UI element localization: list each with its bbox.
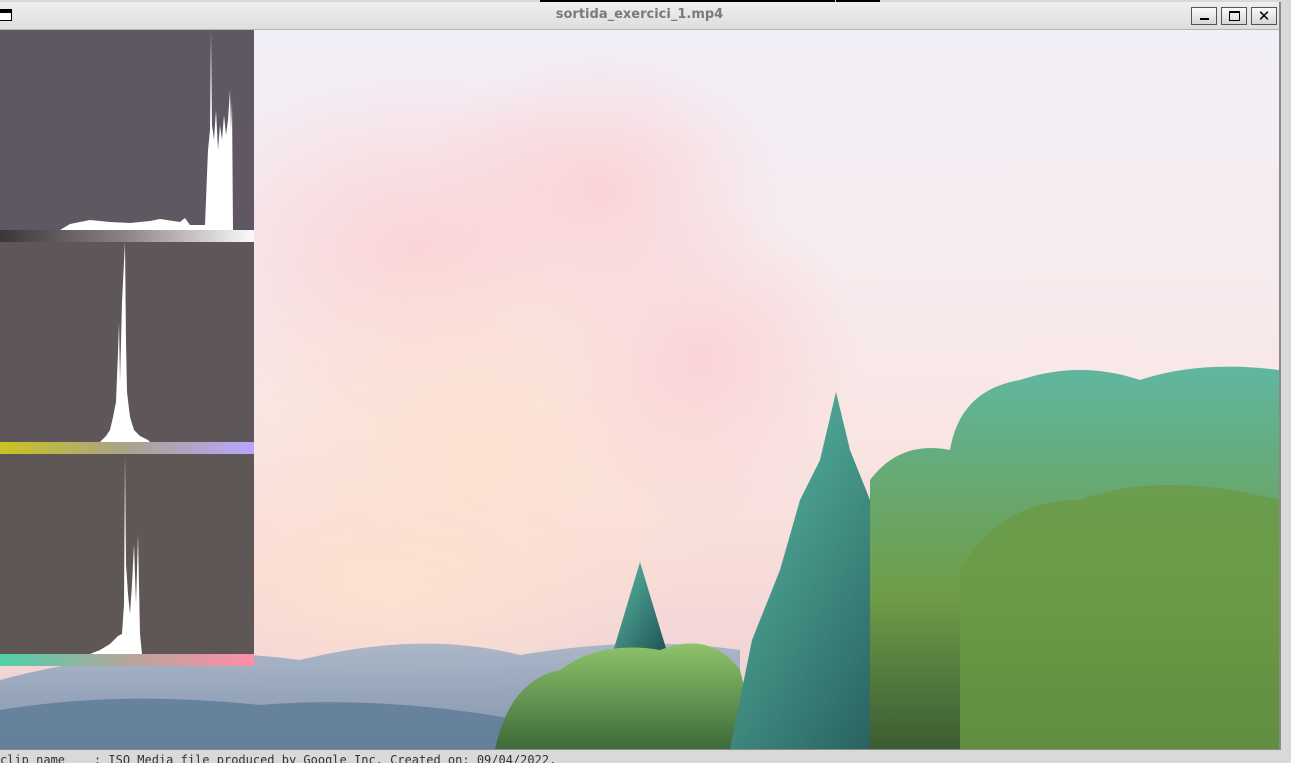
chroma-v-histogram: [0, 454, 254, 654]
video-window: sortida_exercici_1.mp4 ✕: [0, 2, 1281, 750]
luminance-histogram-plot: [60, 30, 233, 230]
chroma-u-scale-bar: [0, 442, 254, 454]
close-button[interactable]: ✕: [1251, 7, 1277, 25]
chroma-u-histogram-plot: [100, 242, 150, 442]
title-bar[interactable]: sortida_exercici_1.mp4 ✕: [0, 2, 1279, 30]
maximize-icon: [1229, 11, 1240, 21]
luminance-scale-bar: [0, 230, 254, 242]
status-bar: clip name : ISO Media file produced by G…: [0, 753, 557, 763]
chroma-u-histogram: [0, 242, 254, 442]
maximize-button[interactable]: [1221, 7, 1247, 25]
minimize-icon: [1200, 18, 1209, 20]
window-title: sortida_exercici_1.mp4: [555, 7, 724, 22]
chroma-v-scale-bar: [0, 654, 254, 666]
video-frame[interactable]: [0, 30, 1279, 749]
close-icon: ✕: [1257, 7, 1271, 25]
minimize-button[interactable]: [1191, 7, 1217, 25]
luminance-histogram: [0, 30, 254, 230]
chroma-v-histogram-plot: [90, 454, 142, 654]
